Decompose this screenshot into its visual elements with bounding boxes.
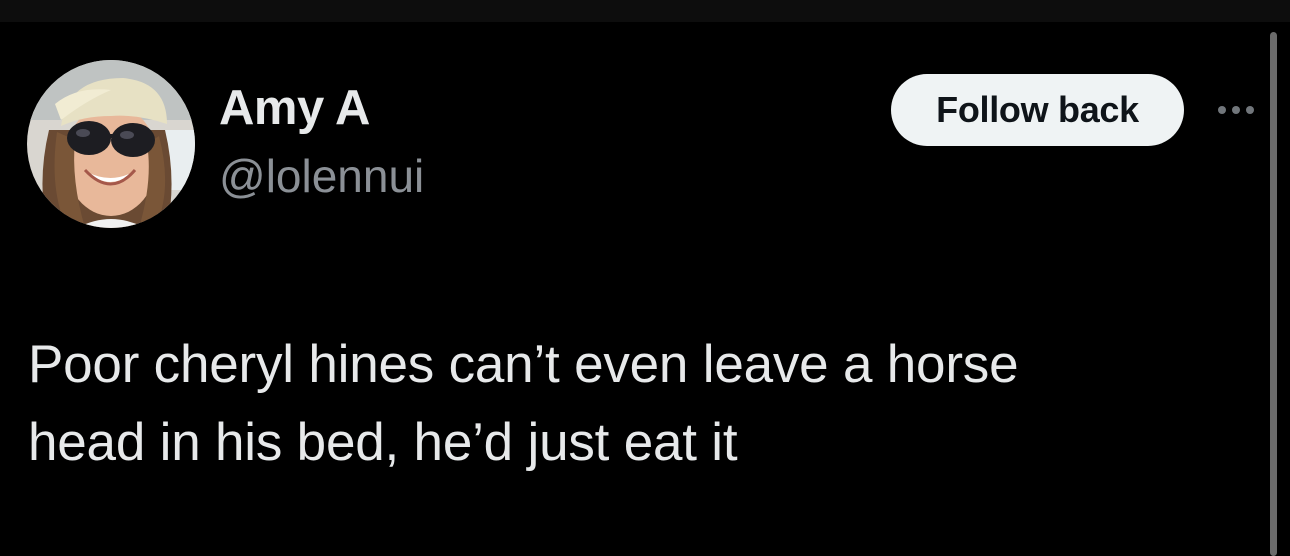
tweet-card: Amy A @lolennui Follow back Poor cheryl … <box>0 22 1262 556</box>
tweet-text: Poor cheryl hines can’t even leave a hor… <box>28 335 1019 472</box>
profile-photo-icon <box>27 60 195 228</box>
more-horizontal-icon <box>1218 106 1254 114</box>
avatar[interactable] <box>27 60 195 228</box>
scrollbar[interactable] <box>1270 32 1277 556</box>
display-name[interactable]: Amy A <box>219 84 370 133</box>
top-bar <box>0 0 1290 22</box>
more-options-button[interactable] <box>1212 90 1260 130</box>
follow-back-button[interactable]: Follow back <box>891 74 1184 146</box>
user-handle[interactable]: @lolennui <box>219 153 424 199</box>
